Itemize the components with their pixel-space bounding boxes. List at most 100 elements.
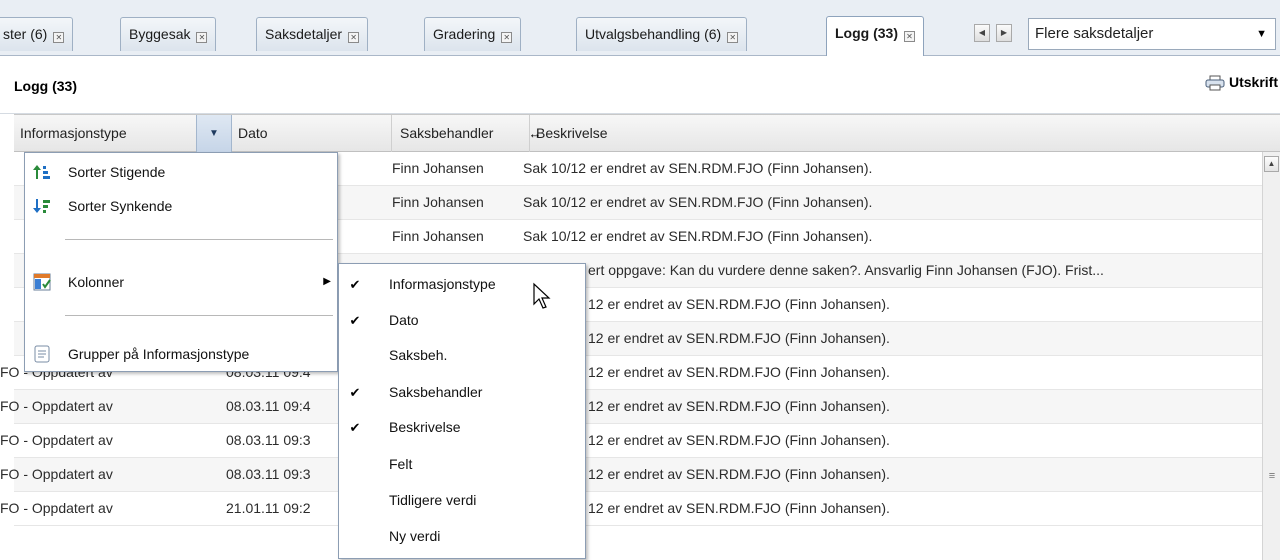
table-row[interactable]: FO - Oppdatert av 21.01.11 09:2 12 er en… [0, 492, 1262, 526]
close-icon[interactable]: ✕ [501, 32, 513, 43]
column-context-menu: Sorter Stigende Sorter Synkende Kolonner… [24, 152, 338, 372]
checkmark-icon: ✔ [349, 420, 361, 435]
cell-date: 08.03.11 09:4 [226, 398, 311, 414]
print-button[interactable]: Utskrift [1205, 74, 1278, 91]
close-icon[interactable]: ✕ [196, 32, 208, 43]
submenu-item-saksbehandler[interactable]: ✔ Saksbehandler [339, 376, 585, 409]
cell-description: ert oppgave: Kan du vurdere denne saken?… [588, 262, 1104, 278]
column-resize-icon[interactable]: ↔ [526, 125, 544, 143]
cell-description: Sak 10/12 er endret av SEN.RDM.FJO (Finn… [523, 194, 873, 210]
submenu-item-ny-verdi[interactable]: Ny verdi [339, 520, 585, 553]
tab-logg[interactable]: Logg (33) ✕ [826, 16, 924, 56]
scroll-grip-icon[interactable]: ≡ [1266, 470, 1278, 482]
column-header-saksbehandler[interactable]: Saksbehandler [392, 115, 530, 152]
submenu-item-label: Beskrivelse [389, 419, 461, 435]
cell-description: 12 er endret av SEN.RDM.FJO (Finn Johans… [588, 432, 890, 448]
columns-icon [33, 273, 51, 291]
table-row[interactable]: FO - Oppdatert av 08.03.11 09:3 12 er en… [0, 424, 1262, 458]
vertical-scrollbar[interactable]: ▲ ≡ [1262, 152, 1280, 560]
submenu-item-label: Dato [389, 312, 419, 328]
column-menu-button[interactable]: ▼ [196, 115, 232, 152]
cell-info: FO - Oppdatert av [0, 398, 113, 414]
tab-label: Utvalgsbehandling (6) [585, 26, 722, 42]
menu-separator [65, 239, 333, 240]
menu-item-label: Grupper på Informasjonstype [68, 346, 250, 362]
print-label: Utskrift [1228, 74, 1278, 90]
cell-description: Sak 10/12 er endret av SEN.RDM.FJO (Finn… [523, 228, 873, 244]
submenu-item-label: Saksbehandler [389, 384, 483, 400]
scroll-up-icon[interactable]: ▲ [1264, 156, 1279, 172]
cell-info: FO - Oppdatert av [0, 432, 113, 448]
cell-handler: Finn Johansen [392, 194, 484, 210]
chevron-down-icon: ▼ [1256, 28, 1267, 40]
close-icon[interactable]: ✕ [53, 32, 65, 43]
checkmark-icon: ✔ [349, 313, 361, 328]
group-icon [34, 345, 50, 363]
cell-date: 08.03.11 09:3 [226, 466, 311, 482]
table-row[interactable]: FO - Oppdatert av 08.03.11 09:4 12 er en… [0, 390, 1262, 424]
chevron-down-icon: ▼ [209, 128, 219, 139]
column-header-beskrivelse[interactable]: Beskrivelse [530, 115, 1260, 152]
cell-date: 21.01.11 09:2 [226, 500, 311, 516]
submenu-item-saksbeh[interactable]: Saksbeh. [339, 339, 585, 372]
cell-handler: Finn Johansen [392, 228, 484, 244]
scroll-tabs-left-icon[interactable]: ◀ [974, 24, 990, 42]
cell-description: Sak 10/12 er endret av SEN.RDM.FJO (Finn… [523, 160, 873, 176]
panel-header: Logg (33) Utskrift [0, 56, 1280, 114]
close-icon[interactable]: ✕ [904, 31, 915, 42]
menu-item-label: Sorter Synkende [68, 198, 173, 214]
tab-label: Gradering [433, 26, 496, 42]
submenu-item-label: Ny verdi [389, 528, 441, 544]
submenu-item-label: Saksbeh. [389, 347, 448, 363]
menu-item-sort-descending[interactable]: Sorter Synkende [25, 189, 337, 223]
cell-description: 12 er endret av SEN.RDM.FJO (Finn Johans… [588, 398, 890, 414]
submenu-item-felt[interactable]: Felt [339, 448, 585, 481]
tab-label: Saksdetaljer [265, 26, 343, 42]
tab-label: Logg (33) [835, 25, 898, 41]
printer-icon [1205, 75, 1225, 91]
grid-header: Informasjonstype ▼ Dato Saksbehandler Be… [14, 114, 1280, 152]
tab-saksdetaljer[interactable]: Saksdetaljer ✕ [256, 17, 369, 51]
checkmark-icon: ✔ [349, 277, 361, 292]
page-title: Logg (33) [14, 78, 77, 94]
menu-item-columns[interactable]: Kolonner ▶ [25, 265, 337, 299]
cell-handler: Finn Johansen [392, 160, 484, 176]
submenu-item-beskrivelse[interactable]: ✔ Beskrivelse [339, 411, 585, 444]
menu-item-label: Sorter Stigende [68, 164, 166, 180]
checkmark-icon: ✔ [349, 385, 361, 400]
tab-gradering[interactable]: Gradering ✕ [424, 17, 522, 51]
tab-strip: ster (6) ✕ Byggesak ✕ Saksdetaljer ✕ Grader… [0, 0, 1280, 56]
table-row[interactable]: FO - Oppdatert av 08.03.11 09:3 12 er en… [0, 458, 1262, 492]
cell-info: FO - Oppdatert av [0, 466, 113, 482]
submenu-item-label: Informasjonstype [389, 276, 496, 292]
cell-date: 08.03.11 09:3 [226, 432, 311, 448]
more-details-dropdown[interactable]: Flere saksdetaljer ▼ [1028, 18, 1276, 50]
tab-byggesak[interactable]: Byggesak ✕ [120, 17, 217, 51]
dropdown-value: Flere saksdetaljer [1035, 25, 1154, 42]
cell-info: FO - Oppdatert av [0, 500, 113, 516]
tab-utvalgsbehandling[interactable]: Utvalgsbehandling (6) ✕ [576, 17, 748, 51]
cell-description: 12 er endret av SEN.RDM.FJO (Finn Johans… [588, 500, 890, 516]
scroll-tabs-right-icon[interactable]: ▶ [996, 24, 1012, 42]
mouse-cursor-icon [533, 282, 551, 309]
menu-item-sort-ascending[interactable]: Sorter Stigende [25, 155, 337, 189]
close-icon[interactable]: ✕ [348, 32, 360, 43]
cell-description: 12 er endret av SEN.RDM.FJO (Finn Johans… [588, 364, 890, 380]
sort-descending-icon [33, 199, 50, 213]
tab-label: ster (6) [3, 26, 48, 42]
menu-separator [65, 315, 333, 316]
tab-partial[interactable]: ster (6) ✕ [0, 17, 74, 51]
submenu-item-tidligere-verdi[interactable]: Tidligere verdi [339, 484, 585, 517]
menu-item-group-by[interactable]: Grupper på Informasjonstype [25, 337, 337, 371]
cell-description: 12 er endret av SEN.RDM.FJO (Finn Johans… [588, 330, 890, 346]
cell-description: 12 er endret av SEN.RDM.FJO (Finn Johans… [588, 466, 890, 482]
close-icon[interactable]: ✕ [727, 32, 739, 43]
submenu-item-label: Tidligere verdi [389, 492, 477, 508]
cell-description: 12 er endret av SEN.RDM.FJO (Finn Johans… [588, 296, 890, 312]
submenu-arrow-icon: ▶ [323, 276, 331, 287]
submenu-item-label: Felt [389, 456, 413, 472]
menu-item-label: Kolonner [68, 274, 125, 290]
column-header-dato[interactable]: Dato [232, 115, 392, 152]
sort-ascending-icon [33, 165, 50, 179]
tab-label: Byggesak [129, 26, 191, 42]
